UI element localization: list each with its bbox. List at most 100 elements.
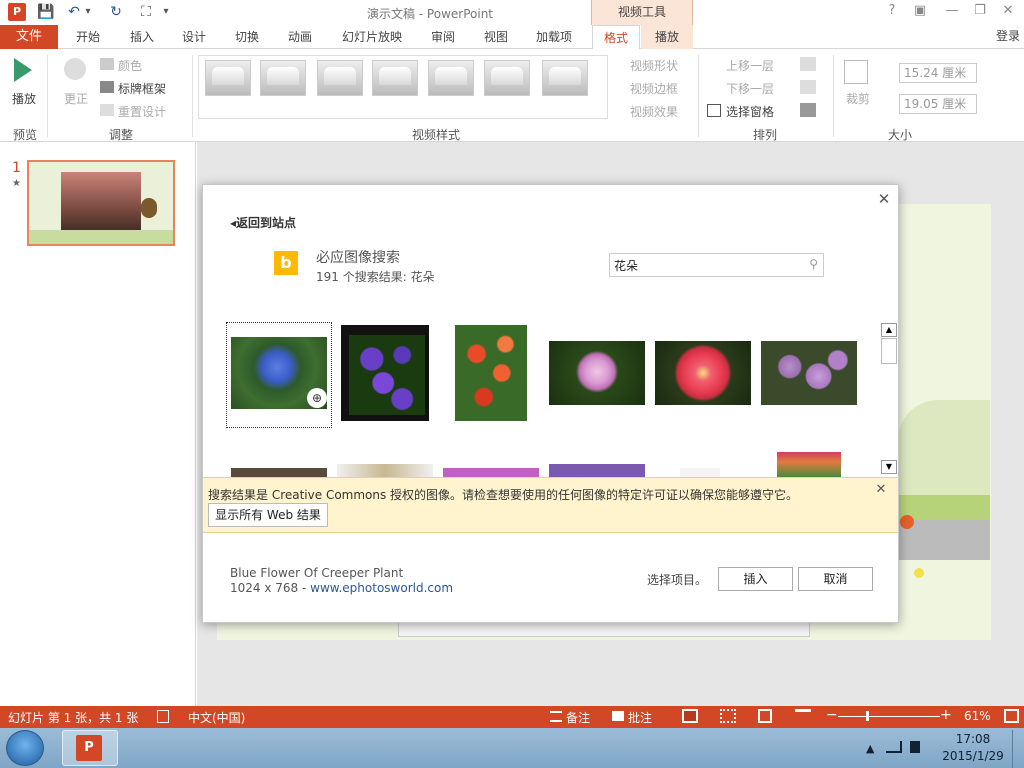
show-desktop-button[interactable] xyxy=(1012,730,1024,768)
tab-file[interactable]: 文件 xyxy=(0,25,58,49)
video-style-thumb[interactable] xyxy=(372,60,418,96)
image-result-partial[interactable] xyxy=(680,468,720,477)
search-input[interactable] xyxy=(614,256,794,274)
signin-link[interactable]: 登录 xyxy=(996,27,1020,44)
tab-insert[interactable]: 插入 xyxy=(120,25,164,49)
image-result-partial[interactable] xyxy=(337,464,433,477)
purple-flowers-photo xyxy=(349,335,425,415)
tab-design[interactable]: 设计 xyxy=(172,25,216,49)
zoom-slider-thumb[interactable] xyxy=(865,711,869,721)
tab-review[interactable]: 审阅 xyxy=(421,25,465,49)
slideshow-view-icon[interactable] xyxy=(795,709,811,721)
help-icon[interactable]: ? xyxy=(880,3,904,18)
slide-counter[interactable]: 幻灯片 第 1 张，共 1 张 xyxy=(8,709,138,726)
zoom-preview-icon[interactable]: ⊕ xyxy=(307,388,327,408)
bring-forward-button[interactable]: 上移一层 xyxy=(726,57,774,74)
video-style-thumb[interactable] xyxy=(205,60,251,96)
image-result-red-flowers[interactable] xyxy=(455,325,527,421)
reading-view-icon[interactable] xyxy=(758,709,772,723)
notes-button[interactable]: 备注 xyxy=(566,709,590,726)
video-shape-button[interactable]: 视频形状 xyxy=(630,57,678,74)
slide-sorter-icon[interactable] xyxy=(720,709,736,723)
selection-pane-button[interactable]: 选择窗格 xyxy=(726,103,774,120)
slide-thumbnail[interactable] xyxy=(27,160,175,246)
tab-slideshow[interactable]: 幻灯片放映 xyxy=(334,25,410,49)
undo-icon[interactable]: ↶ xyxy=(64,3,84,21)
image-result-purple-flowers[interactable] xyxy=(341,325,429,421)
zoom-in-button[interactable]: + xyxy=(940,707,952,723)
align-icon[interactable] xyxy=(800,57,816,71)
close-window-button[interactable]: ✕ xyxy=(996,3,1020,18)
network-icon[interactable] xyxy=(886,741,902,753)
bing-logo-icon: b xyxy=(274,251,298,275)
tab-addins[interactable]: 加载项 xyxy=(526,25,582,49)
minimize-button[interactable]: — xyxy=(940,3,964,18)
selected-image-source-link[interactable]: www.ephotosworld.com xyxy=(310,581,453,595)
language-indicator[interactable]: 中文(中国) xyxy=(188,709,245,726)
color-button[interactable]: 颜色 xyxy=(118,57,142,74)
crop-button[interactable]: 裁剪 xyxy=(846,90,870,107)
scrollbar-thumb[interactable] xyxy=(881,338,897,364)
scroll-up-button[interactable]: ▲ xyxy=(881,323,897,337)
video-style-thumb[interactable] xyxy=(260,60,306,96)
image-result-partial[interactable] xyxy=(231,468,327,477)
height-field[interactable]: 15.24 厘米 xyxy=(899,63,977,83)
volume-icon[interactable] xyxy=(910,741,920,753)
save-icon[interactable]: 💾 xyxy=(36,3,56,21)
dialog-close-button[interactable]: ✕ xyxy=(876,190,892,208)
search-box[interactable]: ⚲ xyxy=(609,253,824,277)
zoom-level[interactable]: 61% xyxy=(964,709,991,723)
tab-animations[interactable]: 动画 xyxy=(278,25,322,49)
undo-dropdown-icon[interactable]: ▾ xyxy=(82,3,94,21)
show-all-web-results-button[interactable]: 显示所有 Web 结果 xyxy=(208,503,328,527)
tab-view[interactable]: 视图 xyxy=(474,25,518,49)
video-effects-button[interactable]: 视频效果 xyxy=(630,103,678,120)
clock-time[interactable]: 17:08 xyxy=(955,732,991,746)
send-backward-button[interactable]: 下移一层 xyxy=(726,80,774,97)
tab-home[interactable]: 开始 xyxy=(66,25,110,49)
restore-button[interactable]: ❐ xyxy=(968,3,992,18)
width-field[interactable]: 19.05 厘米 xyxy=(899,94,977,114)
video-style-thumb[interactable] xyxy=(428,60,474,96)
start-from-beginning-icon[interactable]: ⛶ xyxy=(136,3,156,21)
image-result-pink-dahlia[interactable] xyxy=(549,341,645,405)
video-border-button[interactable]: 视频边框 xyxy=(630,80,678,97)
tab-format[interactable]: 格式 xyxy=(592,25,640,50)
zoom-out-button[interactable]: − xyxy=(826,707,838,723)
image-result-red-lily[interactable] xyxy=(655,341,751,405)
search-icon[interactable]: ⚲ xyxy=(809,257,818,271)
corrections-button[interactable]: 更正 xyxy=(64,90,88,107)
redo-icon[interactable]: ↻ xyxy=(106,3,126,21)
scroll-down-button[interactable]: ▼ xyxy=(881,460,897,474)
video-style-thumb[interactable] xyxy=(317,60,363,96)
powerpoint-app-icon[interactable]: P xyxy=(8,3,26,21)
spellcheck-icon[interactable] xyxy=(157,710,169,723)
fit-to-window-icon[interactable] xyxy=(1004,709,1019,723)
ribbon-display-options-icon[interactable]: ▣ xyxy=(908,3,932,18)
clock-date[interactable]: 2015/1/29 xyxy=(942,749,1004,763)
cancel-button[interactable]: 取消 xyxy=(798,567,873,591)
tab-transitions[interactable]: 切换 xyxy=(225,25,269,49)
tab-playback[interactable]: 播放 xyxy=(641,25,693,49)
insert-button[interactable]: 插入 xyxy=(718,567,793,591)
video-style-thumb[interactable] xyxy=(484,60,530,96)
back-to-sites-link[interactable]: ◂返回到站点 xyxy=(230,214,296,231)
zoom-slider-track[interactable] xyxy=(838,716,940,717)
selected-image-title: Blue Flower Of Creeper Plant xyxy=(230,566,404,580)
customize-qat-icon[interactable]: ▾ xyxy=(160,3,172,21)
play-button[interactable]: 播放 xyxy=(12,90,36,107)
image-result-partial[interactable] xyxy=(443,468,539,477)
poster-frame-button[interactable]: 标牌框架 xyxy=(118,80,166,97)
image-result-partial[interactable] xyxy=(777,452,841,477)
reset-design-button[interactable]: 重置设计 xyxy=(118,103,166,120)
image-result-lilac[interactable] xyxy=(761,341,857,405)
rotate-icon[interactable] xyxy=(800,103,816,117)
video-style-thumb[interactable] xyxy=(542,60,588,96)
start-button[interactable] xyxy=(6,730,44,766)
notice-close-icon[interactable]: ✕ xyxy=(874,482,888,497)
show-hidden-icons-icon[interactable]: ▲ xyxy=(866,742,874,755)
comments-button[interactable]: 批注 xyxy=(628,709,652,726)
normal-view-icon[interactable] xyxy=(682,709,698,723)
image-result-partial[interactable] xyxy=(549,464,645,477)
group-objects-icon[interactable] xyxy=(800,80,816,94)
